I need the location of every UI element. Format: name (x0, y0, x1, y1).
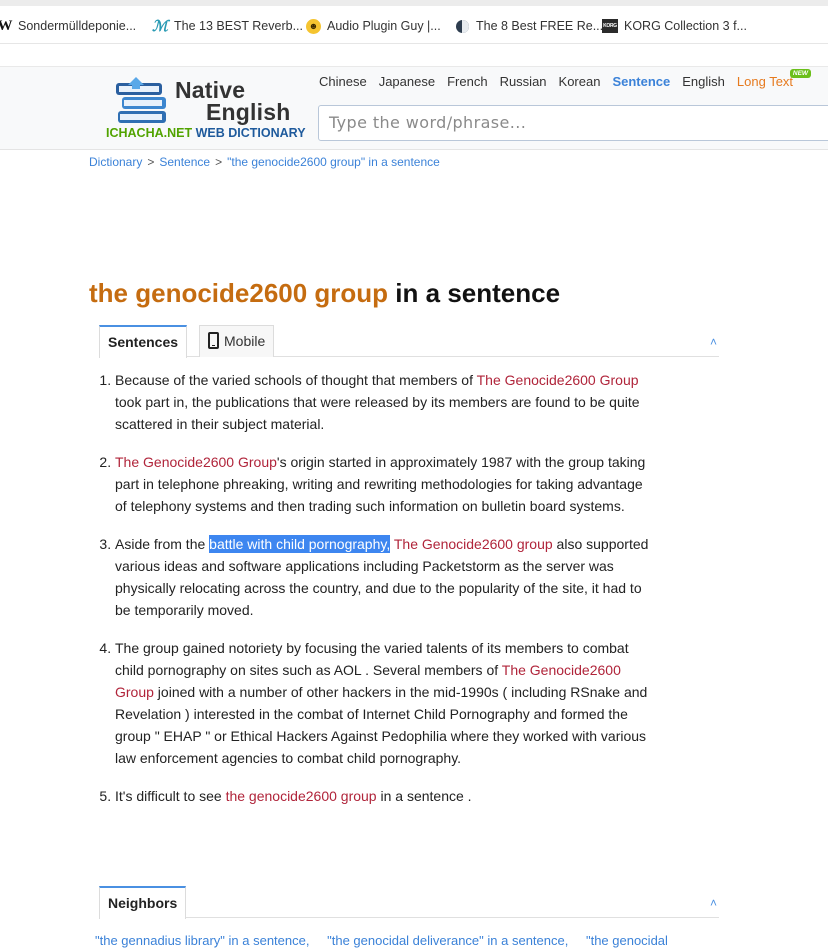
phone-icon (208, 332, 219, 349)
korg-icon: KORG (602, 19, 618, 33)
bookmark-label: The 8 Best FREE Re... (476, 19, 604, 33)
sentence-text: Because of the varied schools of thought… (115, 372, 477, 388)
logo-english-text: English (206, 99, 291, 125)
sentence-text: joined with a number of other hackers in… (115, 684, 648, 766)
collapse-icon[interactable]: ˄ (710, 896, 717, 910)
logo-site-name: ICHACHA.NET (106, 126, 193, 140)
bookmark-label: Sondermülldeponie... (18, 19, 137, 33)
sentence-text: took part in, the publications that were… (115, 394, 640, 432)
breadcrumb-sentence[interactable]: Sentence (159, 155, 210, 169)
logo-site-text: ICHACHA.NET WEB DICTIONARY (106, 126, 306, 140)
neighbor-link[interactable]: "the genocidal deliverance" in a sentenc… (327, 933, 568, 948)
breadcrumb-separator: > (215, 155, 223, 169)
neighbors-tabbar: Neighbors ˄ (99, 886, 719, 919)
neighbor-link[interactable]: "the genocidal (586, 933, 668, 948)
tab-mobile[interactable]: Mobile (199, 325, 275, 357)
bookmark-item[interactable]: ☻ Audio Plugin Guy |... (306, 17, 441, 35)
bookmark-label: KORG Collection 3 f... (624, 19, 747, 33)
bookmark-item[interactable]: The 8 Best FREE Re... (454, 17, 603, 35)
tab-sentences[interactable]: Sentences (99, 325, 188, 358)
logo-tagline: WEB DICTIONARY (195, 126, 306, 140)
bookmark-item[interactable]: W Sondermülldeponie... (0, 17, 136, 35)
tab-neighbors[interactable]: Neighbors (99, 886, 187, 919)
nav-korean[interactable]: Korean (559, 74, 601, 89)
bookmarks-bar: W Sondermülldeponie... ℳ The 13 BEST Rev… (0, 0, 828, 44)
tab-neighbors-label: Neighbors (108, 895, 178, 911)
keyword-highlight: the genocide2600 group (225, 788, 377, 804)
breadcrumb-current[interactable]: "the genocide2600 group" in a sentence (227, 155, 440, 169)
sentence-item: The group gained notoriety by focusing t… (115, 637, 654, 769)
sentences-tabbar: Sentences Mobile ˄ (99, 325, 719, 358)
breadcrumb-separator: > (147, 155, 155, 169)
bookmark-label: Audio Plugin Guy |... (327, 19, 441, 33)
bookmark-item[interactable]: KORG KORG Collection 3 f... (602, 17, 747, 35)
new-badge: NEW (789, 69, 812, 78)
language-nav: Chinese Japanese French Russian Korean S… (319, 69, 812, 89)
keyword-highlight: The Genocide2600 group (393, 536, 553, 552)
audio-plugin-guy-icon: ☻ (306, 18, 321, 34)
sentence-text: in a sentence . (376, 788, 472, 804)
sentence-item: Because of the varied schools of thought… (115, 369, 654, 435)
nav-english[interactable]: English (682, 74, 725, 89)
site-logo[interactable]: Native English ICHACHA.NET WEB DICTIONAR… (106, 75, 306, 145)
site-header: Native English ICHACHA.NET WEB DICTIONAR… (0, 66, 828, 150)
bookmark-label: The 13 BEST Reverb... (174, 19, 303, 33)
breadcrumb-dictionary[interactable]: Dictionary (89, 155, 142, 169)
sentence-item: Aside from the battle with child pornogr… (115, 533, 654, 621)
keyword-highlight: The Genocide2600 Group (476, 372, 639, 388)
title-suffix: in a sentence (388, 278, 561, 308)
m-icon: ℳ (151, 18, 169, 35)
selected-text: battle with child pornography, (209, 535, 391, 553)
search-input[interactable]: Type the word/phrase... (318, 105, 828, 141)
sentence-item: The Genocide2600 Group's origin started … (115, 451, 654, 517)
nav-chinese[interactable]: Chinese (319, 74, 367, 89)
wikipedia-icon: W (0, 17, 13, 34)
tab-mobile-label: Mobile (224, 333, 266, 349)
nav-sentence[interactable]: Sentence (612, 74, 670, 89)
nav-long-text[interactable]: Long Text NEW (736, 69, 812, 89)
tab-sentences-label: Sentences (108, 334, 179, 350)
sentence-text: Aside from the (115, 536, 210, 552)
sentence-text: It's difficult to see (115, 788, 226, 804)
bookmark-item[interactable]: ℳ The 13 BEST Reverb... (152, 17, 303, 35)
sentence-list: Because of the varied schools of thought… (94, 369, 654, 823)
page-title: the genocide2600 group in a sentence (89, 278, 560, 309)
keyword-highlight: The Genocide2600 Group (115, 454, 277, 470)
title-keyword: the genocide2600 group (89, 278, 389, 308)
sentence-item: It's difficult to see the genocide2600 g… (115, 785, 654, 807)
neighbor-link[interactable]: "the gennadius library" in a sentence, (95, 933, 309, 948)
nav-french[interactable]: French (447, 74, 487, 89)
neighbors-list: "the gennadius library" in a sentence, "… (95, 933, 682, 948)
nav-long-text-label: Long Text (736, 74, 794, 89)
nav-japanese[interactable]: Japanese (379, 74, 435, 89)
collapse-icon[interactable]: ˄ (710, 335, 717, 349)
books-icon (116, 77, 166, 123)
nav-russian[interactable]: Russian (500, 74, 547, 89)
sound-icon (454, 18, 470, 34)
breadcrumb: Dictionary > Sentence > "the genocide2600 gr… (89, 155, 440, 169)
